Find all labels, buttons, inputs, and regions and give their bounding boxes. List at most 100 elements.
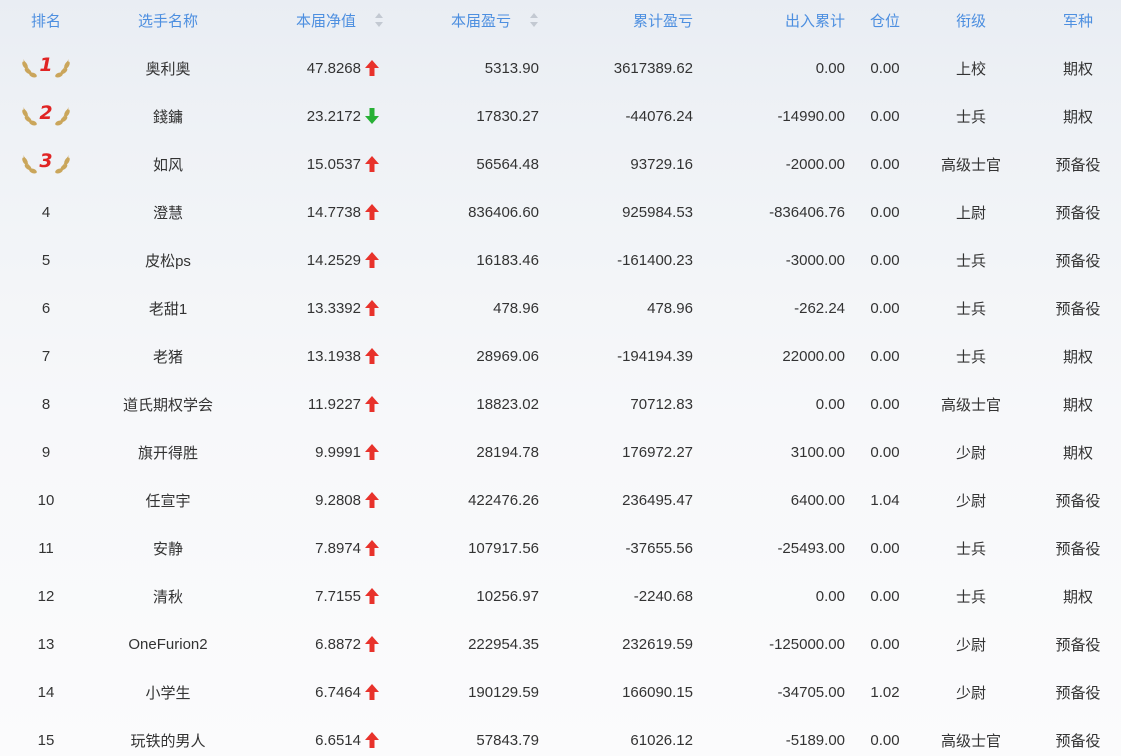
table-row[interactable]: 8 道氏期权学会 11.9227 18823.02 70712.83 0.00 0.00 高级… [0,380,1121,428]
table-row[interactable]: 3 如风 15.0537 56564.48 93729.16 -2000.00 0.00 高级… [0,140,1121,188]
arrow-up-icon [365,188,391,236]
profit-loss: 57843.79 [476,731,539,749]
arm: 期权 [1062,60,1093,78]
net-value: 6.7464 [315,683,361,701]
net-value: 13.1938 [306,347,361,365]
table-row[interactable]: 13 OneFurion2 6.8872 222954.35 232619.59 -125… [0,620,1121,668]
table-row[interactable]: 5 皮松ps 14.2529 16183.46 -161400.23 -3000.00 0.… [0,236,1121,284]
military-rank: 高级士官 [940,396,1001,414]
arrow-up-icon [365,620,391,668]
cumulative-pl: -161400.23 [617,251,693,269]
rank-cell: 12 [0,572,92,620]
military-rank: 士兵 [955,252,986,270]
position: 0.00 [870,299,900,317]
player-name[interactable]: 如风 [92,140,244,188]
net-value: 7.8974 [315,539,361,557]
arm: 预备役 [1055,636,1101,654]
rank-number: 4 [41,203,51,221]
arrow-up-icon [365,668,391,716]
rank-cell: 13 [0,620,92,668]
profit-loss: 422476.26 [468,491,539,509]
cumulative-pl: 166090.15 [622,683,693,701]
military-rank: 士兵 [955,108,986,126]
header-arm[interactable]: 军种 [1030,0,1121,40]
profit-loss: 10256.97 [476,587,539,605]
rank-number: 11 [38,539,54,557]
arm: 预备役 [1055,252,1101,270]
header-rank[interactable]: 排名 [0,0,92,40]
player-name[interactable]: 小学生 [92,668,244,716]
player-name[interactable]: 錢鏞 [92,92,244,140]
rank-cell: 2 [0,92,92,140]
military-rank: 士兵 [955,588,986,606]
sort-icon[interactable] [374,13,384,27]
position: 0.00 [870,107,900,125]
table-row[interactable]: 6 老甜1 13.3392 478.96 478.96 -262.24 0.00 士兵 预备役 [0,284,1121,332]
position: 1.02 [870,683,900,701]
table-header: 排名 选手名称 本届净值 本届盈亏 累计盈亏 出入累计 仓位 衔级 军种 [0,0,1121,40]
rank-number: 10 [37,491,55,509]
rank-cell: 10 [0,476,92,524]
player-name[interactable]: 清秋 [92,572,244,620]
player-name[interactable]: 道氏期权学会 [92,380,244,428]
arrow-up-icon [365,380,391,428]
rank-cell: 8 [0,380,92,428]
arm: 预备役 [1055,300,1101,318]
header-flow[interactable]: 出入累计 [693,0,845,40]
cumulative-pl: -37655.56 [625,539,693,557]
table-row[interactable]: 4 澄慧 14.7738 836406.60 925984.53 -836406.76 0.… [0,188,1121,236]
table-row[interactable]: 10 任宣宇 9.2808 422476.26 236495.47 6400.00 1.04… [0,476,1121,524]
header-profit-loss[interactable]: 本届盈亏 [391,0,539,40]
flow: -5189.00 [785,731,845,749]
header-position[interactable]: 仓位 [845,0,925,40]
net-value: 23.2172 [306,107,361,125]
cumulative-pl: 478.96 [647,299,693,317]
sort-icon[interactable] [529,13,539,27]
table-row[interactable]: 14 小学生 6.7464 190129.59 166090.15 -34705.00 1.… [0,668,1121,716]
player-name[interactable]: 任宣宇 [92,476,244,524]
cumulative-pl: 236495.47 [622,491,693,509]
player-name[interactable]: 老甜1 [92,284,244,332]
player-name[interactable]: 老猪 [92,332,244,380]
table-row[interactable]: 2 錢鏞 23.2172 17830.27 -44076.24 -14990.00 0.00… [0,92,1121,140]
net-value: 47.8268 [306,59,361,77]
net-value: 9.9991 [315,443,361,461]
table-row[interactable]: 11 安静 7.8974 107917.56 -37655.56 -25493.00 0.0… [0,524,1121,572]
position: 0.00 [870,443,900,461]
player-name[interactable]: OneFurion2 [92,620,244,668]
player-name[interactable]: 澄慧 [92,188,244,236]
profit-loss: 478.96 [493,299,539,317]
profit-loss: 28969.06 [476,347,539,365]
table-row[interactable]: 1 奥利奥 47.8268 5313.90 3617389.62 0.00 0.00 上校 期权 [0,44,1121,92]
position: 0.00 [870,395,900,413]
rank-cell: 11 [0,524,92,572]
player-name[interactable]: 玩铁的男人 [92,716,244,756]
cumulative-pl: 232619.59 [622,635,693,653]
table-row[interactable]: 12 清秋 7.7155 10256.97 -2240.68 0.00 0.00 士兵 期权 [0,572,1121,620]
table-row[interactable]: 7 老猪 13.1938 28969.06 -194194.39 22000.00 0.00… [0,332,1121,380]
player-name[interactable]: 安静 [92,524,244,572]
net-value: 7.7155 [315,587,361,605]
player-name[interactable]: 奥利奥 [92,44,244,92]
header-name[interactable]: 选手名称 [92,0,244,40]
arm: 期权 [1062,396,1093,414]
header-military-rank[interactable]: 衔级 [925,0,1017,40]
cumulative-pl: 70712.83 [630,395,693,413]
arrow-up-icon [365,524,391,572]
profit-loss: 836406.60 [468,203,539,221]
header-cumulative-pl[interactable]: 累计盈亏 [539,0,693,40]
flow: -262.24 [794,299,845,317]
net-value: 11.9227 [307,395,361,413]
arrow-up-icon [365,44,391,92]
table-row[interactable]: 9 旗开得胜 9.9991 28194.78 176972.27 3100.00 0.00 少… [0,428,1121,476]
rank-number: 8 [41,395,51,413]
table-row[interactable]: 15 玩铁的男人 6.6514 57843.79 61026.12 -5189.00 0.0… [0,716,1121,756]
player-name[interactable]: 皮松ps [92,236,244,284]
rank-cell: 7 [0,332,92,380]
net-value: 6.6514 [315,731,361,749]
position: 0.00 [870,203,900,221]
military-rank: 士兵 [955,540,986,558]
profit-loss: 190129.59 [468,683,539,701]
player-name[interactable]: 旗开得胜 [92,428,244,476]
header-net-value[interactable]: 本届净值 [244,0,384,40]
